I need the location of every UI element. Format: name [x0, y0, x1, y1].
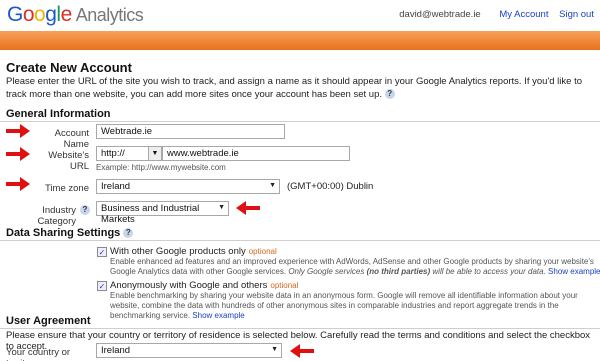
optional-tag: optional [248, 247, 277, 256]
industry-category-label: Industry Category [37, 205, 76, 227]
chevron-down-icon: ▼ [148, 147, 161, 160]
user-agreement-heading: User Agreement [6, 315, 91, 327]
help-icon[interactable]: ? [80, 205, 90, 215]
chevron-down-icon: ▼ [269, 182, 276, 189]
my-account-link[interactable]: My Account [499, 9, 548, 20]
help-icon[interactable]: ? [384, 89, 395, 100]
red-arrow-icon [6, 124, 30, 138]
country-select[interactable]: Ireland ▼ [96, 343, 282, 358]
account-name-input[interactable]: Webtrade.ie [96, 124, 285, 139]
url-example-text: Example: http://www.mywebsite.com [96, 163, 226, 172]
header-accent-bar [0, 31, 600, 50]
help-icon[interactable]: ? [123, 228, 134, 239]
red-arrow-icon [6, 177, 30, 191]
share-anonymously-title: Anonymously with Google and others option… [110, 280, 299, 291]
website-url-input[interactable]: www.webtrade.ie [162, 146, 350, 161]
share-anonymously-description: Enable benchmarking by sharing your webs… [110, 291, 578, 320]
divider [0, 121, 600, 122]
chevron-down-icon: ▼ [271, 346, 278, 353]
protocol-select[interactable]: http:// ▼ [96, 146, 162, 161]
page-title: Create New Account [6, 60, 132, 75]
website-url-label: Website's URL [48, 150, 89, 172]
divider [0, 328, 600, 329]
time-zone-country-select[interactable]: Ireland ▼ [96, 179, 280, 194]
account-links: david@webtrade.ie My Account Sign out [399, 9, 594, 20]
share-google-products-title: With other Google products only optional [110, 246, 277, 257]
country-label: Your country or territory [6, 347, 71, 361]
top-bar: Google Analytics david@webtrade.ie My Acc… [0, 0, 600, 30]
time-zone-label: Time zone [45, 183, 89, 194]
share-google-products-checkbox[interactable]: ✓ [97, 247, 107, 257]
time-zone-value: (GMT+00:00) Dublin [287, 181, 374, 192]
red-arrow-icon [236, 201, 260, 215]
show-example-link[interactable]: Show example [192, 311, 244, 320]
divider [0, 240, 600, 241]
red-arrow-icon [6, 147, 30, 161]
optional-tag: optional [270, 281, 299, 290]
chevron-down-icon: ▼ [218, 204, 225, 211]
page-intro: Please enter the URL of the site you wis… [6, 76, 582, 100]
account-name-label: Account Name [54, 128, 89, 150]
general-information-heading: General Information [6, 108, 111, 120]
show-example-link[interactable]: Show example [548, 267, 600, 276]
red-arrow-icon [290, 344, 314, 358]
share-google-products-description: Enable enhanced ad features and an impro… [110, 257, 600, 276]
google-analytics-logo[interactable]: Google Analytics [7, 3, 144, 27]
sign-out-link[interactable]: Sign out [559, 9, 594, 20]
industry-category-select[interactable]: Business and Industrial Markets ▼ [96, 201, 229, 225]
user-email: david@webtrade.ie [399, 9, 481, 20]
share-anonymously-checkbox[interactable]: ✓ [97, 281, 107, 291]
data-sharing-heading: Data Sharing Settings ? [6, 227, 134, 239]
